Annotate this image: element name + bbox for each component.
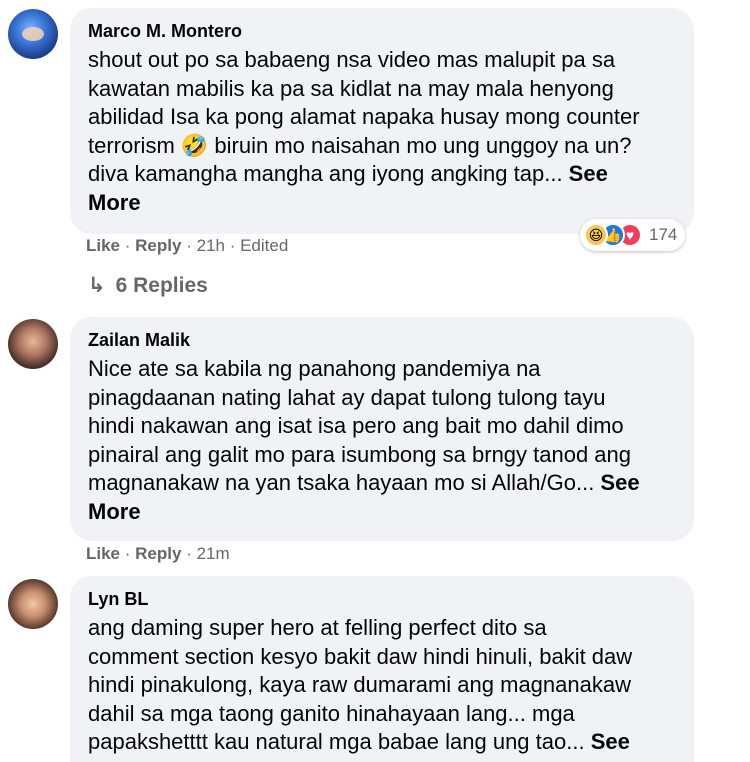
reaction-count: 174 [649,225,678,244]
reply-button[interactable]: Reply [135,236,181,255]
comment-body: ang daming super hero at felling perfect… [88,615,633,754]
comment-bubble: Lyn BL ang daming super hero at felling … [70,576,694,762]
comment-author[interactable]: Lyn BL [88,588,676,610]
reaction-summary[interactable]: 😆 👍 ♥ 174 [580,219,686,251]
separator-dot: · [186,544,197,563]
replies-count: 6 Replies [115,274,208,297]
like-button[interactable]: Like [86,236,120,255]
timestamp[interactable]: 21m [197,544,230,563]
comment-text: Nice ate sa kabila ng panahong pandemiya… [88,355,676,526]
comment-actions: Like · Reply · 21h · Edited [86,236,288,256]
timestamp[interactable]: 21h [197,236,225,255]
see-more-link[interactable]: See [591,729,630,754]
comment-bubble: Marco M. Montero shout out po sa babaeng… [70,8,694,234]
haha-reaction-icon: 😆 [584,223,608,247]
comment-actions: Like · Reply · 21m [86,544,230,564]
edited-label: Edited [240,236,289,255]
like-button[interactable]: Like [86,544,120,563]
avatar[interactable] [8,9,58,59]
avatar[interactable] [8,319,58,369]
avatar[interactable] [8,579,58,629]
comment-bubble: Zailan Malik Nice ate sa kabila ng panah… [70,317,694,541]
comment-author[interactable]: Zailan Malik [88,329,676,351]
reply-arrow-icon: ↳ [88,274,106,297]
separator-dot: · [124,236,136,255]
view-replies-button[interactable]: ↳ 6 Replies [88,273,208,299]
comment-author[interactable]: Marco M. Montero [88,20,676,42]
comment-text: ang daming super hero at felling perfect… [88,614,676,757]
comment-body: shout out po sa babaeng nsa video mas ma… [88,47,640,186]
separator-dot: · [229,236,241,255]
comment-text: shout out po sa babaeng nsa video mas ma… [88,46,676,217]
reply-button[interactable]: Reply [135,544,181,563]
separator-dot: · [186,236,197,255]
comment-body: Nice ate sa kabila ng panahong pandemiya… [88,356,632,495]
separator-dot: · [124,544,136,563]
